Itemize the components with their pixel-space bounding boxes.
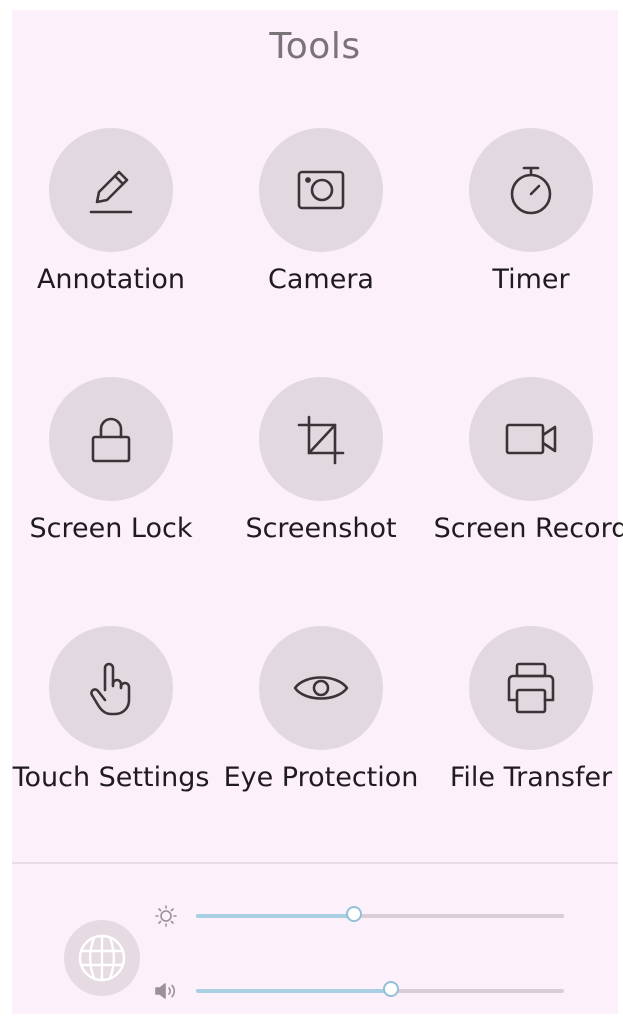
tool-file-transfer-label: File Transfer bbox=[449, 762, 613, 793]
brightness-icon bbox=[155, 905, 177, 927]
volume-slider-row bbox=[152, 971, 572, 1011]
tool-annotation-circle[interactable] bbox=[49, 128, 173, 252]
brightness-slider-row bbox=[152, 896, 572, 936]
tool-screen-record-circle[interactable] bbox=[469, 377, 593, 501]
tools-panel: Tools Annotation Camera Timer Screen Loc… bbox=[12, 10, 623, 1014]
video-camera-icon bbox=[505, 423, 557, 455]
tool-camera-label: Camera bbox=[268, 264, 374, 295]
tool-annotation-label: Annotation bbox=[36, 264, 186, 295]
brightness-slider-fill bbox=[196, 914, 355, 918]
tool-camera-circle[interactable] bbox=[259, 128, 383, 252]
tool-screen-record[interactable]: Screen Record bbox=[432, 377, 623, 577]
volume-slider-thumb[interactable] bbox=[383, 981, 400, 997]
tool-timer-circle[interactable] bbox=[469, 128, 593, 252]
printer-icon bbox=[507, 662, 555, 714]
volume-slider-fill bbox=[196, 989, 392, 993]
tool-timer[interactable]: Timer bbox=[432, 128, 623, 328]
tool-screen-lock-circle[interactable] bbox=[49, 377, 173, 501]
tool-eye-protection[interactable]: Eye Protection bbox=[222, 626, 428, 826]
touch-hand-icon bbox=[90, 662, 131, 716]
tool-file-transfer-circle[interactable] bbox=[469, 626, 593, 750]
volume-slider[interactable] bbox=[196, 981, 564, 997]
tool-timer-label: Timer bbox=[492, 264, 570, 295]
tool-screenshot-circle[interactable] bbox=[259, 377, 383, 501]
mode-toggle-button[interactable] bbox=[64, 920, 140, 996]
pencil-icon bbox=[89, 170, 133, 214]
tool-screen-record-label: Screen Record bbox=[433, 513, 623, 544]
tool-annotation[interactable]: Annotation bbox=[12, 128, 218, 328]
tool-screenshot[interactable]: Screenshot bbox=[222, 377, 428, 577]
brightness-slider[interactable] bbox=[196, 906, 564, 922]
tool-touch-settings-circle[interactable] bbox=[49, 626, 173, 750]
lock-icon bbox=[91, 417, 131, 463]
tool-screen-lock-label: Screen Lock bbox=[29, 513, 193, 544]
tool-touch-settings-label: Touch Settings bbox=[12, 762, 210, 793]
divider bbox=[12, 862, 618, 864]
tool-screen-lock[interactable]: Screen Lock bbox=[12, 377, 218, 577]
eye-icon bbox=[293, 676, 349, 700]
panel-title: Tools bbox=[269, 26, 361, 67]
stopwatch-icon bbox=[510, 166, 552, 215]
brightness-slider-thumb[interactable] bbox=[346, 906, 363, 922]
crop-icon bbox=[297, 415, 345, 465]
tool-eye-protection-circle[interactable] bbox=[259, 626, 383, 750]
camera-icon bbox=[297, 170, 345, 210]
tool-file-transfer[interactable]: File Transfer bbox=[432, 626, 623, 826]
volume-icon bbox=[155, 983, 176, 999]
tool-eye-protection-label: Eye Protection bbox=[223, 762, 419, 793]
globe-icon bbox=[78, 934, 126, 982]
tool-touch-settings[interactable]: Touch Settings bbox=[12, 626, 218, 826]
tool-screenshot-label: Screenshot bbox=[245, 513, 397, 544]
tool-camera[interactable]: Camera bbox=[222, 128, 428, 328]
